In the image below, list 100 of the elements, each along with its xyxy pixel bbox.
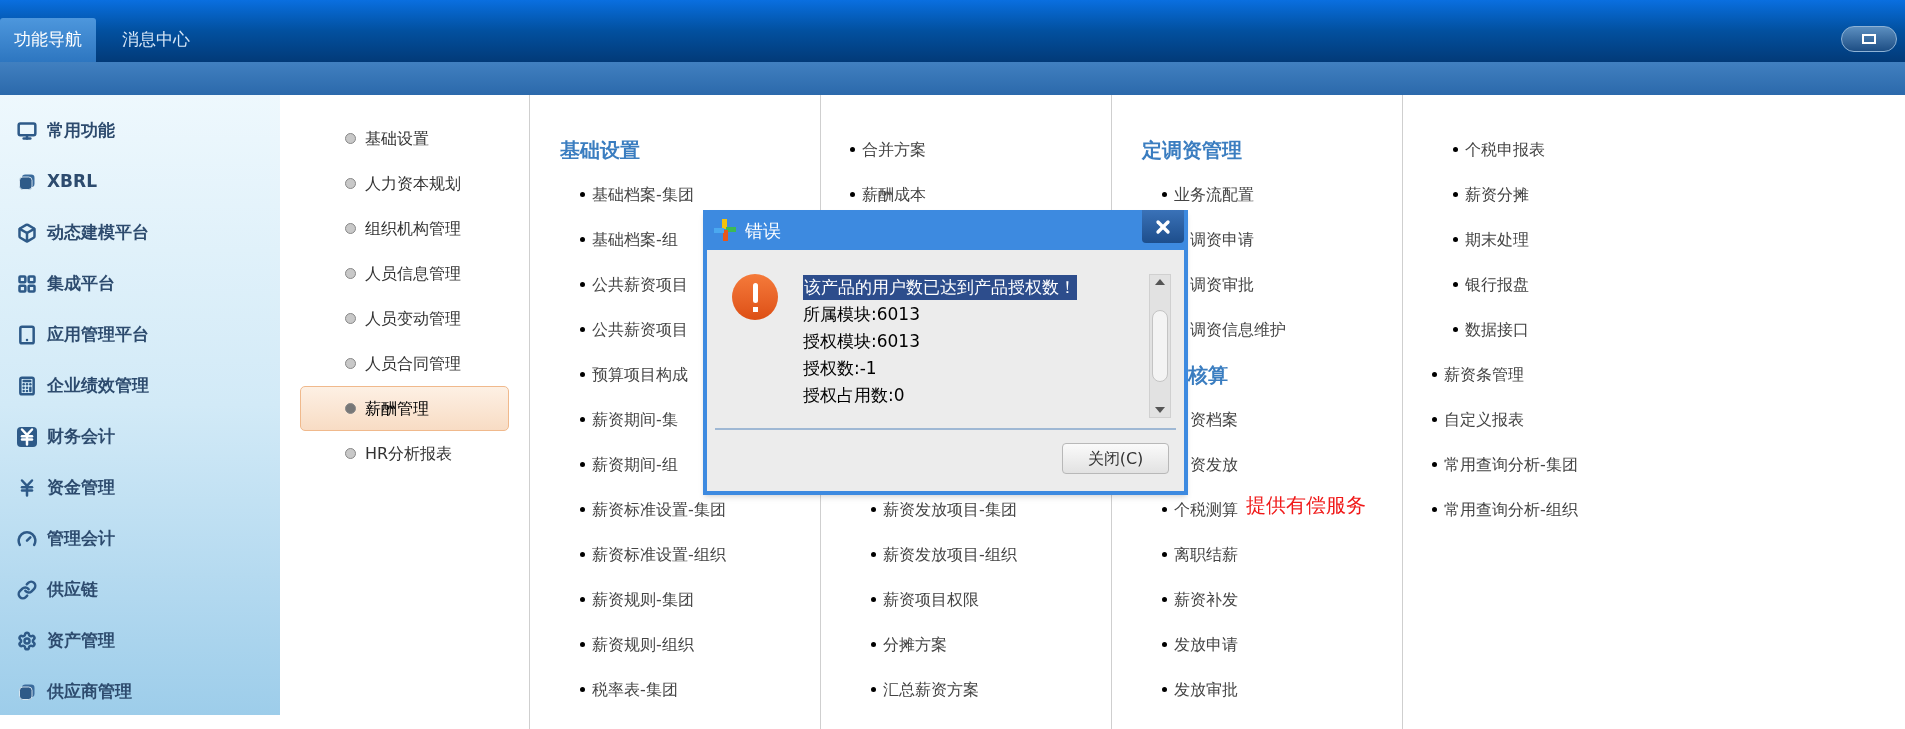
- submenu-item[interactable]: 人员合同管理: [300, 341, 509, 386]
- bullet-icon: [850, 192, 855, 197]
- submenu-item[interactable]: 人力资本规划: [300, 161, 509, 206]
- message-line: 所属模块:6013: [803, 302, 920, 326]
- bullet-icon: [580, 372, 585, 377]
- sidebar-item[interactable]: 常用功能: [47, 117, 115, 144]
- menu-link[interactable]: 薪资标准设置-集团: [592, 497, 726, 522]
- bullet-icon: [1432, 507, 1437, 512]
- annotation-text: 提供有偿服务: [1246, 492, 1366, 519]
- bullet-icon: [580, 417, 585, 422]
- message-line: 授权占用数:0: [803, 383, 905, 407]
- menu-link[interactable]: 公共薪资项目: [592, 272, 688, 297]
- menu-link[interactable]: 汇总薪资方案: [883, 677, 979, 702]
- menu-link[interactable]: 薪资补发: [1174, 587, 1238, 612]
- dialog-title: 错误: [745, 218, 781, 243]
- menu-link[interactable]: 预算项目构成: [592, 362, 688, 387]
- close-dialog-button[interactable]: 关闭(C): [1062, 443, 1169, 474]
- error-icon: [732, 274, 778, 320]
- section-heading: 核算: [1188, 361, 1228, 389]
- menu-link[interactable]: 业务流配置: [1174, 182, 1254, 207]
- sidebar-item[interactable]: 资金管理: [47, 474, 115, 501]
- menu-link[interactable]: 基础档案-组: [592, 227, 678, 252]
- menu-link[interactable]: 期末处理: [1465, 227, 1529, 252]
- menu-link[interactable]: 调资申请: [1190, 227, 1254, 252]
- menu-link[interactable]: 自定义报表: [1444, 407, 1524, 432]
- bullet-icon: [580, 282, 585, 287]
- yen-icon: [17, 426, 37, 447]
- bullet-icon: [871, 507, 876, 512]
- bullet-icon: [1432, 372, 1437, 377]
- bullet-icon: [1162, 192, 1167, 197]
- menu-link[interactable]: 薪资期间-集: [592, 407, 678, 432]
- sidebar-item[interactable]: 供应商管理: [47, 678, 132, 705]
- bullet-icon: [871, 642, 876, 647]
- menu-link[interactable]: 薪资条管理: [1444, 362, 1524, 387]
- bullet-icon: [580, 642, 585, 647]
- bullet-icon: [871, 597, 876, 602]
- menu-link[interactable]: 基础档案-集团: [592, 182, 694, 207]
- bullet-icon: [1453, 237, 1458, 242]
- menu-link[interactable]: 调资信息维护: [1190, 317, 1286, 342]
- submenu-item[interactable]: 基础设置: [300, 116, 509, 161]
- submenu-item[interactable]: 组织机构管理: [300, 206, 509, 251]
- scroll-thumb[interactable]: [1152, 310, 1168, 382]
- bullet-icon: [1162, 687, 1167, 692]
- submenu-item[interactable]: 人员变动管理: [300, 296, 509, 341]
- scroll-up-icon: [1155, 279, 1165, 285]
- menu-link[interactable]: 个税测算: [1174, 497, 1238, 522]
- sidebar-item[interactable]: 应用管理平台: [47, 321, 149, 348]
- menu-link[interactable]: 数据接口: [1465, 317, 1529, 342]
- menu-link[interactable]: 薪资期间-组: [592, 452, 678, 477]
- close-button[interactable]: [1142, 210, 1184, 243]
- bullet-icon: [1162, 507, 1167, 512]
- sidebar-item[interactable]: 供应链: [47, 576, 98, 603]
- tablet-icon: [17, 324, 37, 345]
- sidebar-item[interactable]: 企业绩效管理: [47, 372, 149, 399]
- sidebar-item[interactable]: 管理会计: [47, 525, 115, 552]
- bullet-icon: [850, 147, 855, 152]
- window-icon: [1862, 34, 1876, 44]
- menu-link[interactable]: 调资审批: [1190, 272, 1254, 297]
- bullet-icon: [1453, 192, 1458, 197]
- sidebar-item[interactable]: 财务会计: [47, 423, 115, 450]
- menu-link[interactable]: 合并方案: [862, 137, 926, 162]
- nav-tab[interactable]: 消息中心: [108, 18, 204, 62]
- bullet-icon: [1432, 462, 1437, 467]
- menu-link[interactable]: 薪资规则-集团: [592, 587, 694, 612]
- menu-link[interactable]: 税率表-集团: [592, 677, 678, 702]
- menu-link[interactable]: 薪资发放项目-集团: [883, 497, 1017, 522]
- gauge-icon: [17, 528, 37, 549]
- menu-link[interactable]: 资发放: [1190, 452, 1238, 477]
- menu-link[interactable]: 个税申报表: [1465, 137, 1545, 162]
- sidebar-item[interactable]: 动态建模平台: [47, 219, 149, 246]
- submenu-item[interactable]: 薪酬管理: [300, 386, 509, 431]
- menu-link[interactable]: 薪酬成本: [862, 182, 926, 207]
- menu-link[interactable]: 常用查询分析-集团: [1444, 452, 1578, 477]
- message-line: 授权模块:6013: [803, 329, 920, 353]
- menu-link[interactable]: 薪资发放项目-组织: [883, 542, 1017, 567]
- section-heading: 基础设置: [560, 136, 640, 164]
- maximize-button[interactable]: [1841, 26, 1897, 52]
- menu-link[interactable]: 离职结薪: [1174, 542, 1238, 567]
- bullet-icon: [1453, 147, 1458, 152]
- sidebar-item[interactable]: XBRL: [47, 168, 97, 195]
- menu-link[interactable]: 资档案: [1190, 407, 1238, 432]
- bullet-icon: [580, 237, 585, 242]
- menu-link[interactable]: 薪资项目权限: [883, 587, 979, 612]
- menu-link[interactable]: 常用查询分析-组织: [1444, 497, 1578, 522]
- sidebar-item[interactable]: 资产管理: [47, 627, 115, 654]
- menu-link[interactable]: 薪资分摊: [1465, 182, 1529, 207]
- menu-link[interactable]: 银行报盘: [1465, 272, 1529, 297]
- bullet-icon: [580, 327, 585, 332]
- menu-link[interactable]: 公共薪资项目: [592, 317, 688, 342]
- menu-link[interactable]: 发放审批: [1174, 677, 1238, 702]
- menu-link[interactable]: 薪资标准设置-组织: [592, 542, 726, 567]
- sidebar-item[interactable]: 集成平台: [47, 270, 115, 297]
- submenu-item[interactable]: 人员信息管理: [300, 251, 509, 296]
- menu-link[interactable]: 分摊方案: [883, 632, 947, 657]
- submenu-item[interactable]: HR分析报表: [300, 431, 509, 476]
- gear-icon: [17, 630, 37, 651]
- menu-link[interactable]: 发放申请: [1174, 632, 1238, 657]
- menu-link[interactable]: 薪资规则-组织: [592, 632, 694, 657]
- nav-tab[interactable]: 功能导航: [0, 18, 96, 62]
- cube-icon: [17, 222, 37, 243]
